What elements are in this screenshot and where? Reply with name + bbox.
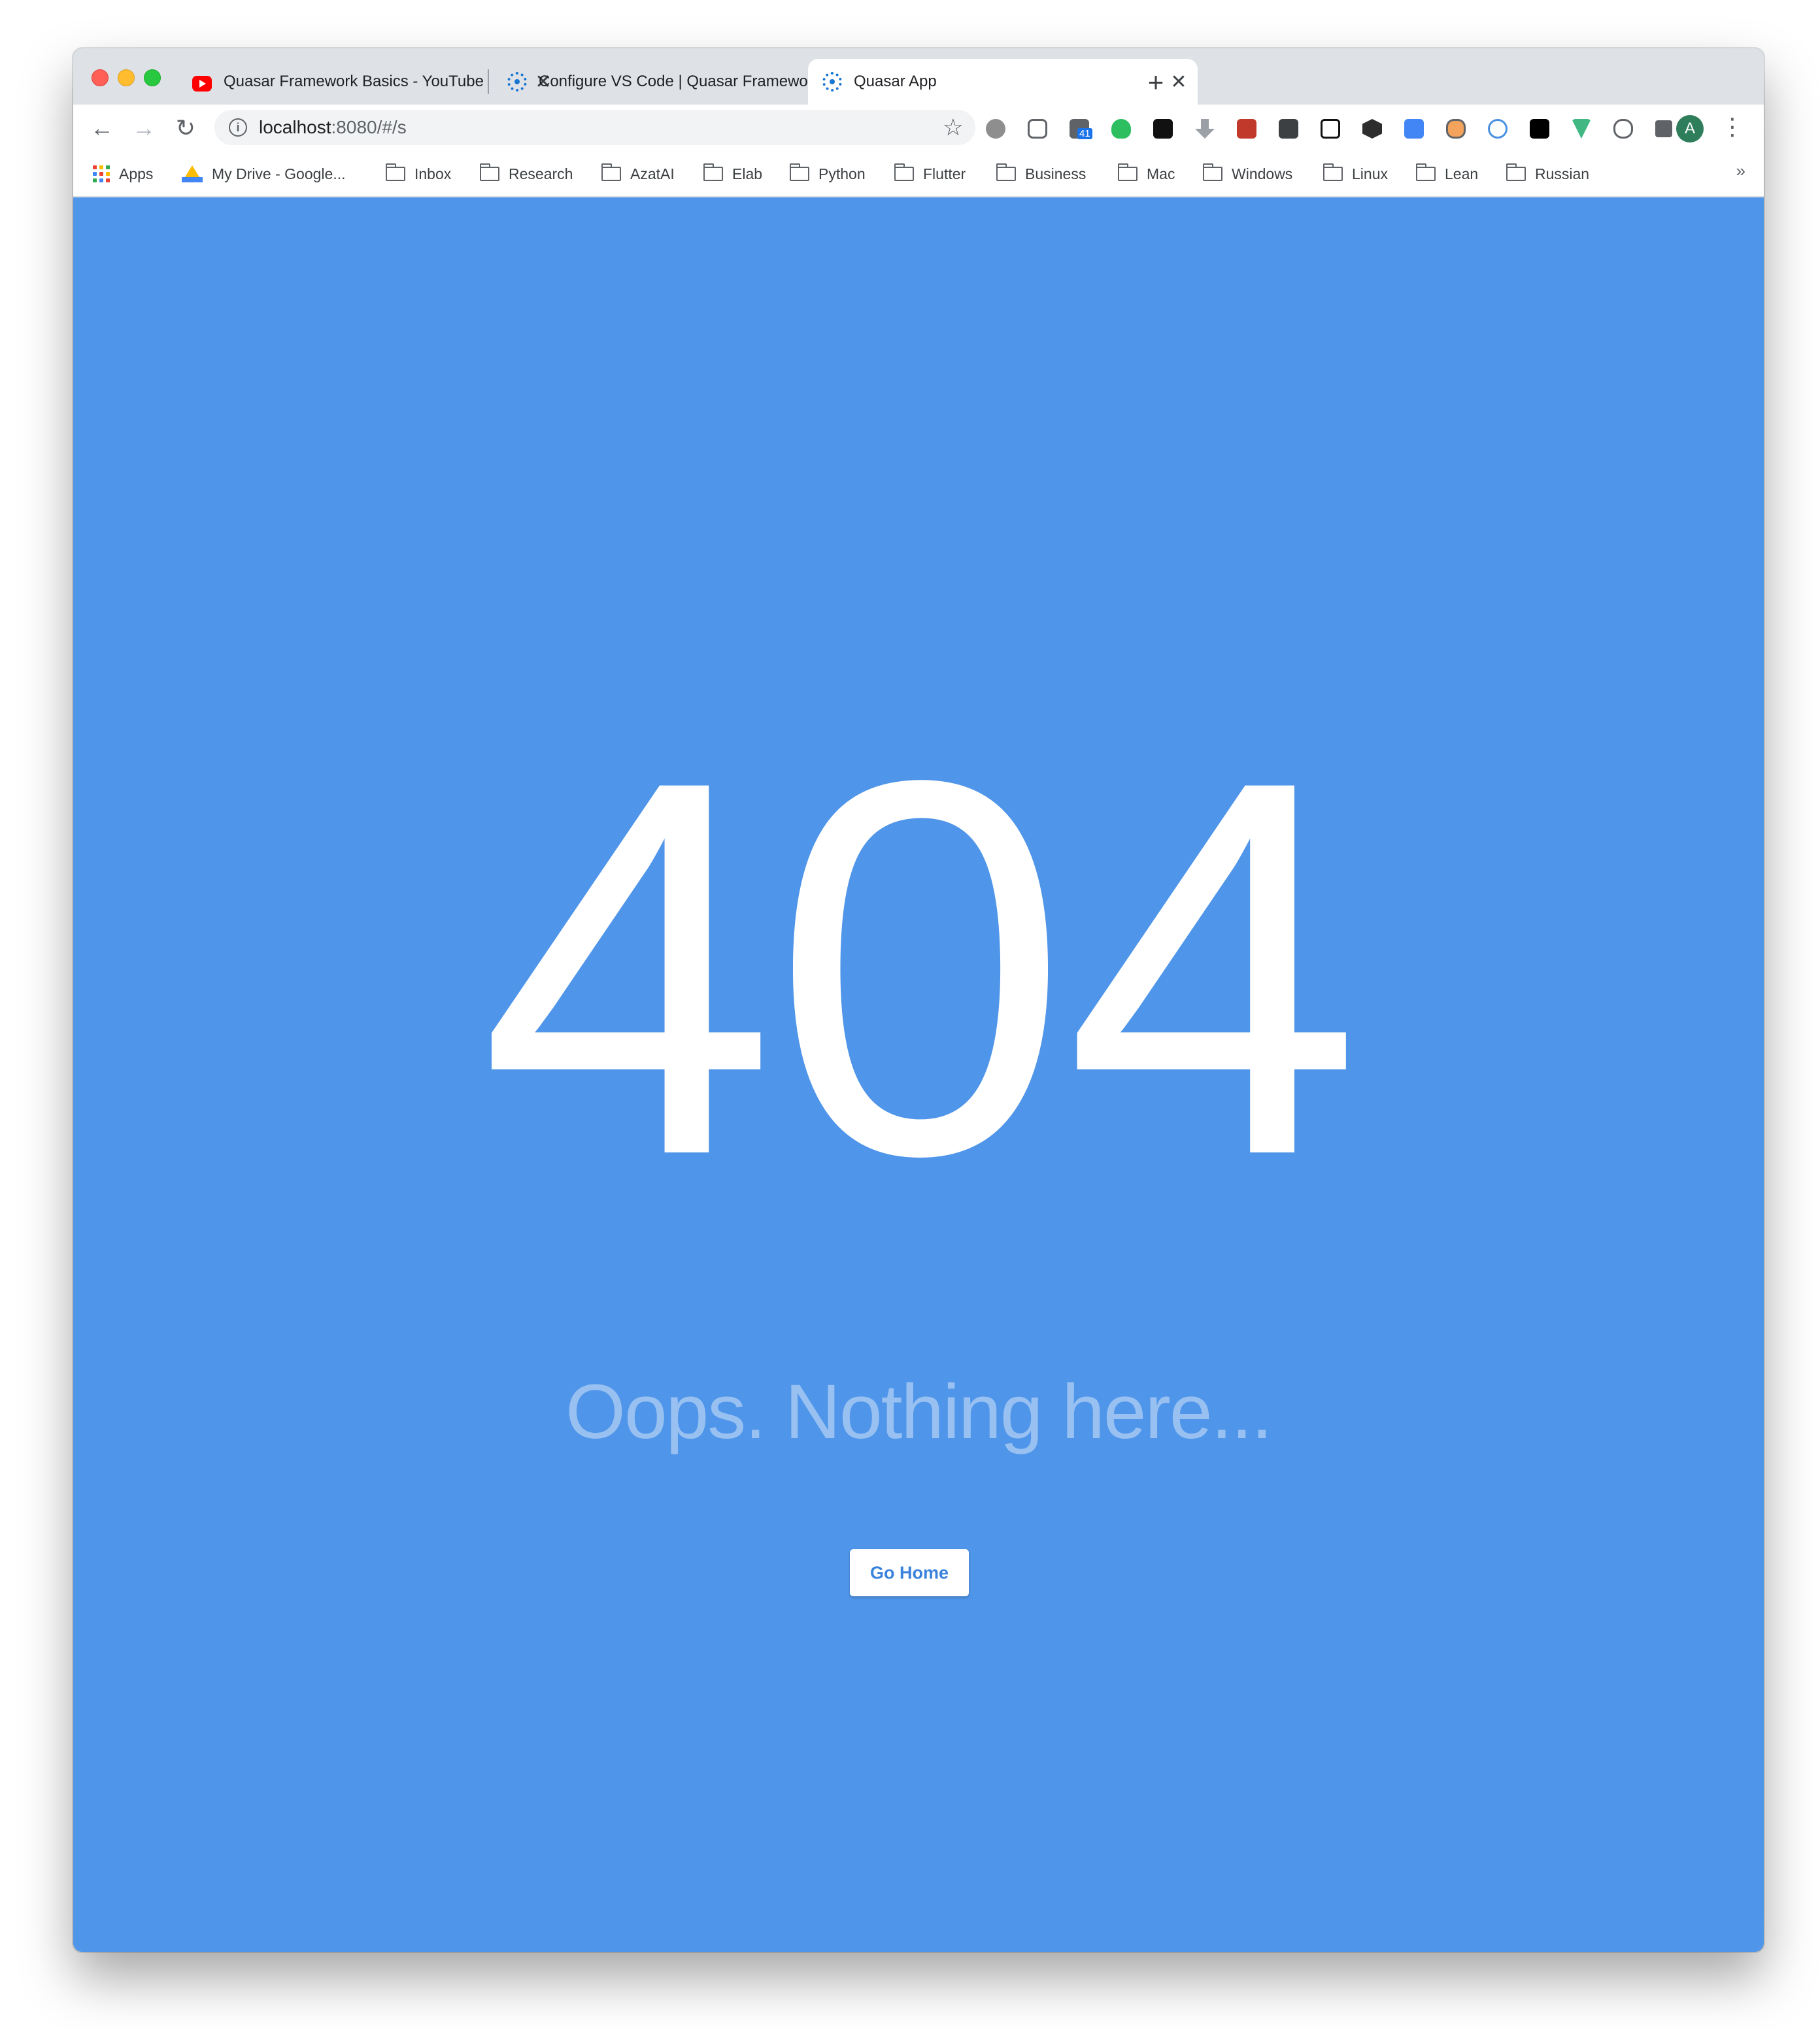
new-tab-button[interactable]: + [1136, 63, 1175, 102]
google-drive-icon [182, 165, 203, 182]
address-bar[interactable]: i localhost:8080/#/s ☆ [214, 110, 975, 145]
more-menu-icon[interactable]: ⋮ [1721, 114, 1744, 143]
quasar-icon [507, 72, 527, 92]
folder-icon [480, 163, 499, 181]
bookmark-label: Flutter [923, 165, 966, 182]
bookmark-folder-azatai[interactable]: AzatAI [601, 161, 675, 187]
bookmark-apps[interactable]: Apps [93, 161, 153, 187]
folder-icon [1118, 163, 1138, 181]
youtube-icon [192, 76, 212, 92]
bookmark-label: Lean [1445, 165, 1479, 182]
folder-icon [703, 163, 723, 181]
bookmark-folder-mac[interactable]: Mac [1118, 161, 1175, 187]
bookmark-label: Mac [1147, 165, 1175, 182]
error-page: 404 Oops. Nothing here... Go Home [73, 197, 1764, 1952]
bookmark-label: Business [1025, 165, 1087, 182]
extension-badge-count: 41 [1077, 128, 1092, 139]
bookmark-folder-python[interactable]: Python [790, 161, 866, 187]
reload-icon[interactable]: ↻ [170, 112, 201, 144]
folder-icon [1203, 163, 1222, 181]
bookmark-folder-windows[interactable]: Windows [1203, 161, 1292, 187]
bookmark-folder-research[interactable]: Research [480, 161, 573, 187]
jetbrains-icon[interactable] [1530, 119, 1549, 139]
zoom-window-button[interactable] [144, 69, 161, 86]
profile-avatar[interactable]: A [1676, 115, 1704, 143]
url-text[interactable]: localhost:8080/#/s [259, 117, 407, 138]
evernote-icon[interactable] [1111, 119, 1131, 139]
folder-icon [386, 163, 405, 181]
settings-gear-extension-icon[interactable] [986, 119, 1005, 139]
folder-icon [1323, 163, 1343, 181]
orange-pill-extension-icon[interactable] [1446, 119, 1466, 139]
folder-icon [996, 163, 1016, 181]
error-message: Oops. Nothing here... [565, 1369, 1273, 1455]
red-book-extension-icon[interactable] [1237, 119, 1256, 139]
download-arrow-icon[interactable] [1195, 119, 1215, 139]
cube-extension-icon[interactable] [1362, 119, 1382, 139]
folder-icon [1506, 163, 1526, 181]
bookmark-label: Linux [1352, 165, 1388, 182]
bookmark-label: Inbox [414, 165, 452, 182]
folder-icon [1416, 163, 1436, 181]
folder-icon [894, 163, 914, 181]
bookmark-folder-inbox[interactable]: Inbox [386, 161, 451, 187]
tab-separator [488, 69, 489, 94]
bookmark-label: Windows [1232, 165, 1293, 182]
folder-icon [601, 163, 621, 181]
tab-strip: Quasar Framework Basics - YouTube ✕ Conf… [73, 48, 1764, 105]
back-arrow-icon[interactable]: ← [86, 112, 118, 144]
url-host: localhost [259, 117, 331, 137]
apps-grid-icon [93, 165, 110, 182]
pocket-extension-icon[interactable] [1028, 119, 1047, 139]
bookmark-folder-russian[interactable]: Russian [1506, 161, 1589, 187]
bookmark-folder-flutter[interactable]: Flutter [894, 161, 966, 187]
bookmark-label: AzatAI [630, 165, 675, 182]
bookmark-label: Russian [1535, 165, 1590, 182]
extensions-puzzle-icon[interactable] [1655, 120, 1672, 137]
notion-icon[interactable] [1321, 119, 1340, 139]
bookmark-folder-business[interactable]: Business [996, 161, 1086, 187]
bookmark-folder-linux[interactable]: Linux [1323, 161, 1388, 187]
forward-arrow-icon[interactable]: → [128, 112, 160, 144]
bookmark-label: My Drive - Google... [212, 165, 346, 182]
quasar-icon [822, 72, 842, 92]
folder-icon [790, 163, 809, 181]
bookmark-folder-elab[interactable]: Elab [703, 161, 762, 187]
mouse-extension-icon[interactable] [1613, 119, 1633, 139]
bookmark-label: Apps [119, 165, 154, 182]
tab-title: Quasar App [854, 73, 937, 90]
dark-extension-icon[interactable] [1279, 119, 1298, 139]
url-path: :8080/#/s [331, 117, 407, 137]
minimize-window-button[interactable] [118, 69, 135, 86]
tampermonkey-icon[interactable] [1153, 119, 1173, 139]
browser-window: Quasar Framework Basics - YouTube ✕ Conf… [73, 48, 1764, 1952]
bookmarks-bar: Apps My Drive - Google... Inbox Research… [73, 152, 1764, 197]
bookmark-label: Research [509, 165, 573, 182]
tab-title: Quasar Framework Basics - YouTube [224, 73, 484, 90]
bookmark-star-icon[interactable]: ☆ [943, 114, 964, 141]
tab-title: Configure VS Code | Quasar Framework [539, 73, 821, 90]
bookmark-label: Python [818, 165, 866, 182]
browser-toolbar: ← → ↻ i localhost:8080/#/s ☆ 41 A ⋮ [73, 105, 1764, 152]
close-window-button[interactable] [92, 69, 109, 86]
error-code: 404 [479, 669, 1361, 1266]
blue-circle-extension-icon[interactable] [1488, 119, 1508, 139]
bookmark-folder-lean[interactable]: Lean [1416, 161, 1478, 187]
go-home-button[interactable]: Go Home [850, 1549, 969, 1596]
bookmark-label: Elab [732, 165, 763, 182]
more-bookmarks-chevron-icon[interactable]: » [1736, 161, 1745, 181]
google-translate-icon[interactable] [1404, 119, 1424, 139]
site-info-icon[interactable]: i [229, 118, 247, 137]
extension-badge-icon[interactable]: 41 [1070, 119, 1092, 139]
vue-devtools-icon[interactable] [1572, 119, 1591, 139]
bookmark-my-drive[interactable]: My Drive - Google... [182, 161, 346, 187]
